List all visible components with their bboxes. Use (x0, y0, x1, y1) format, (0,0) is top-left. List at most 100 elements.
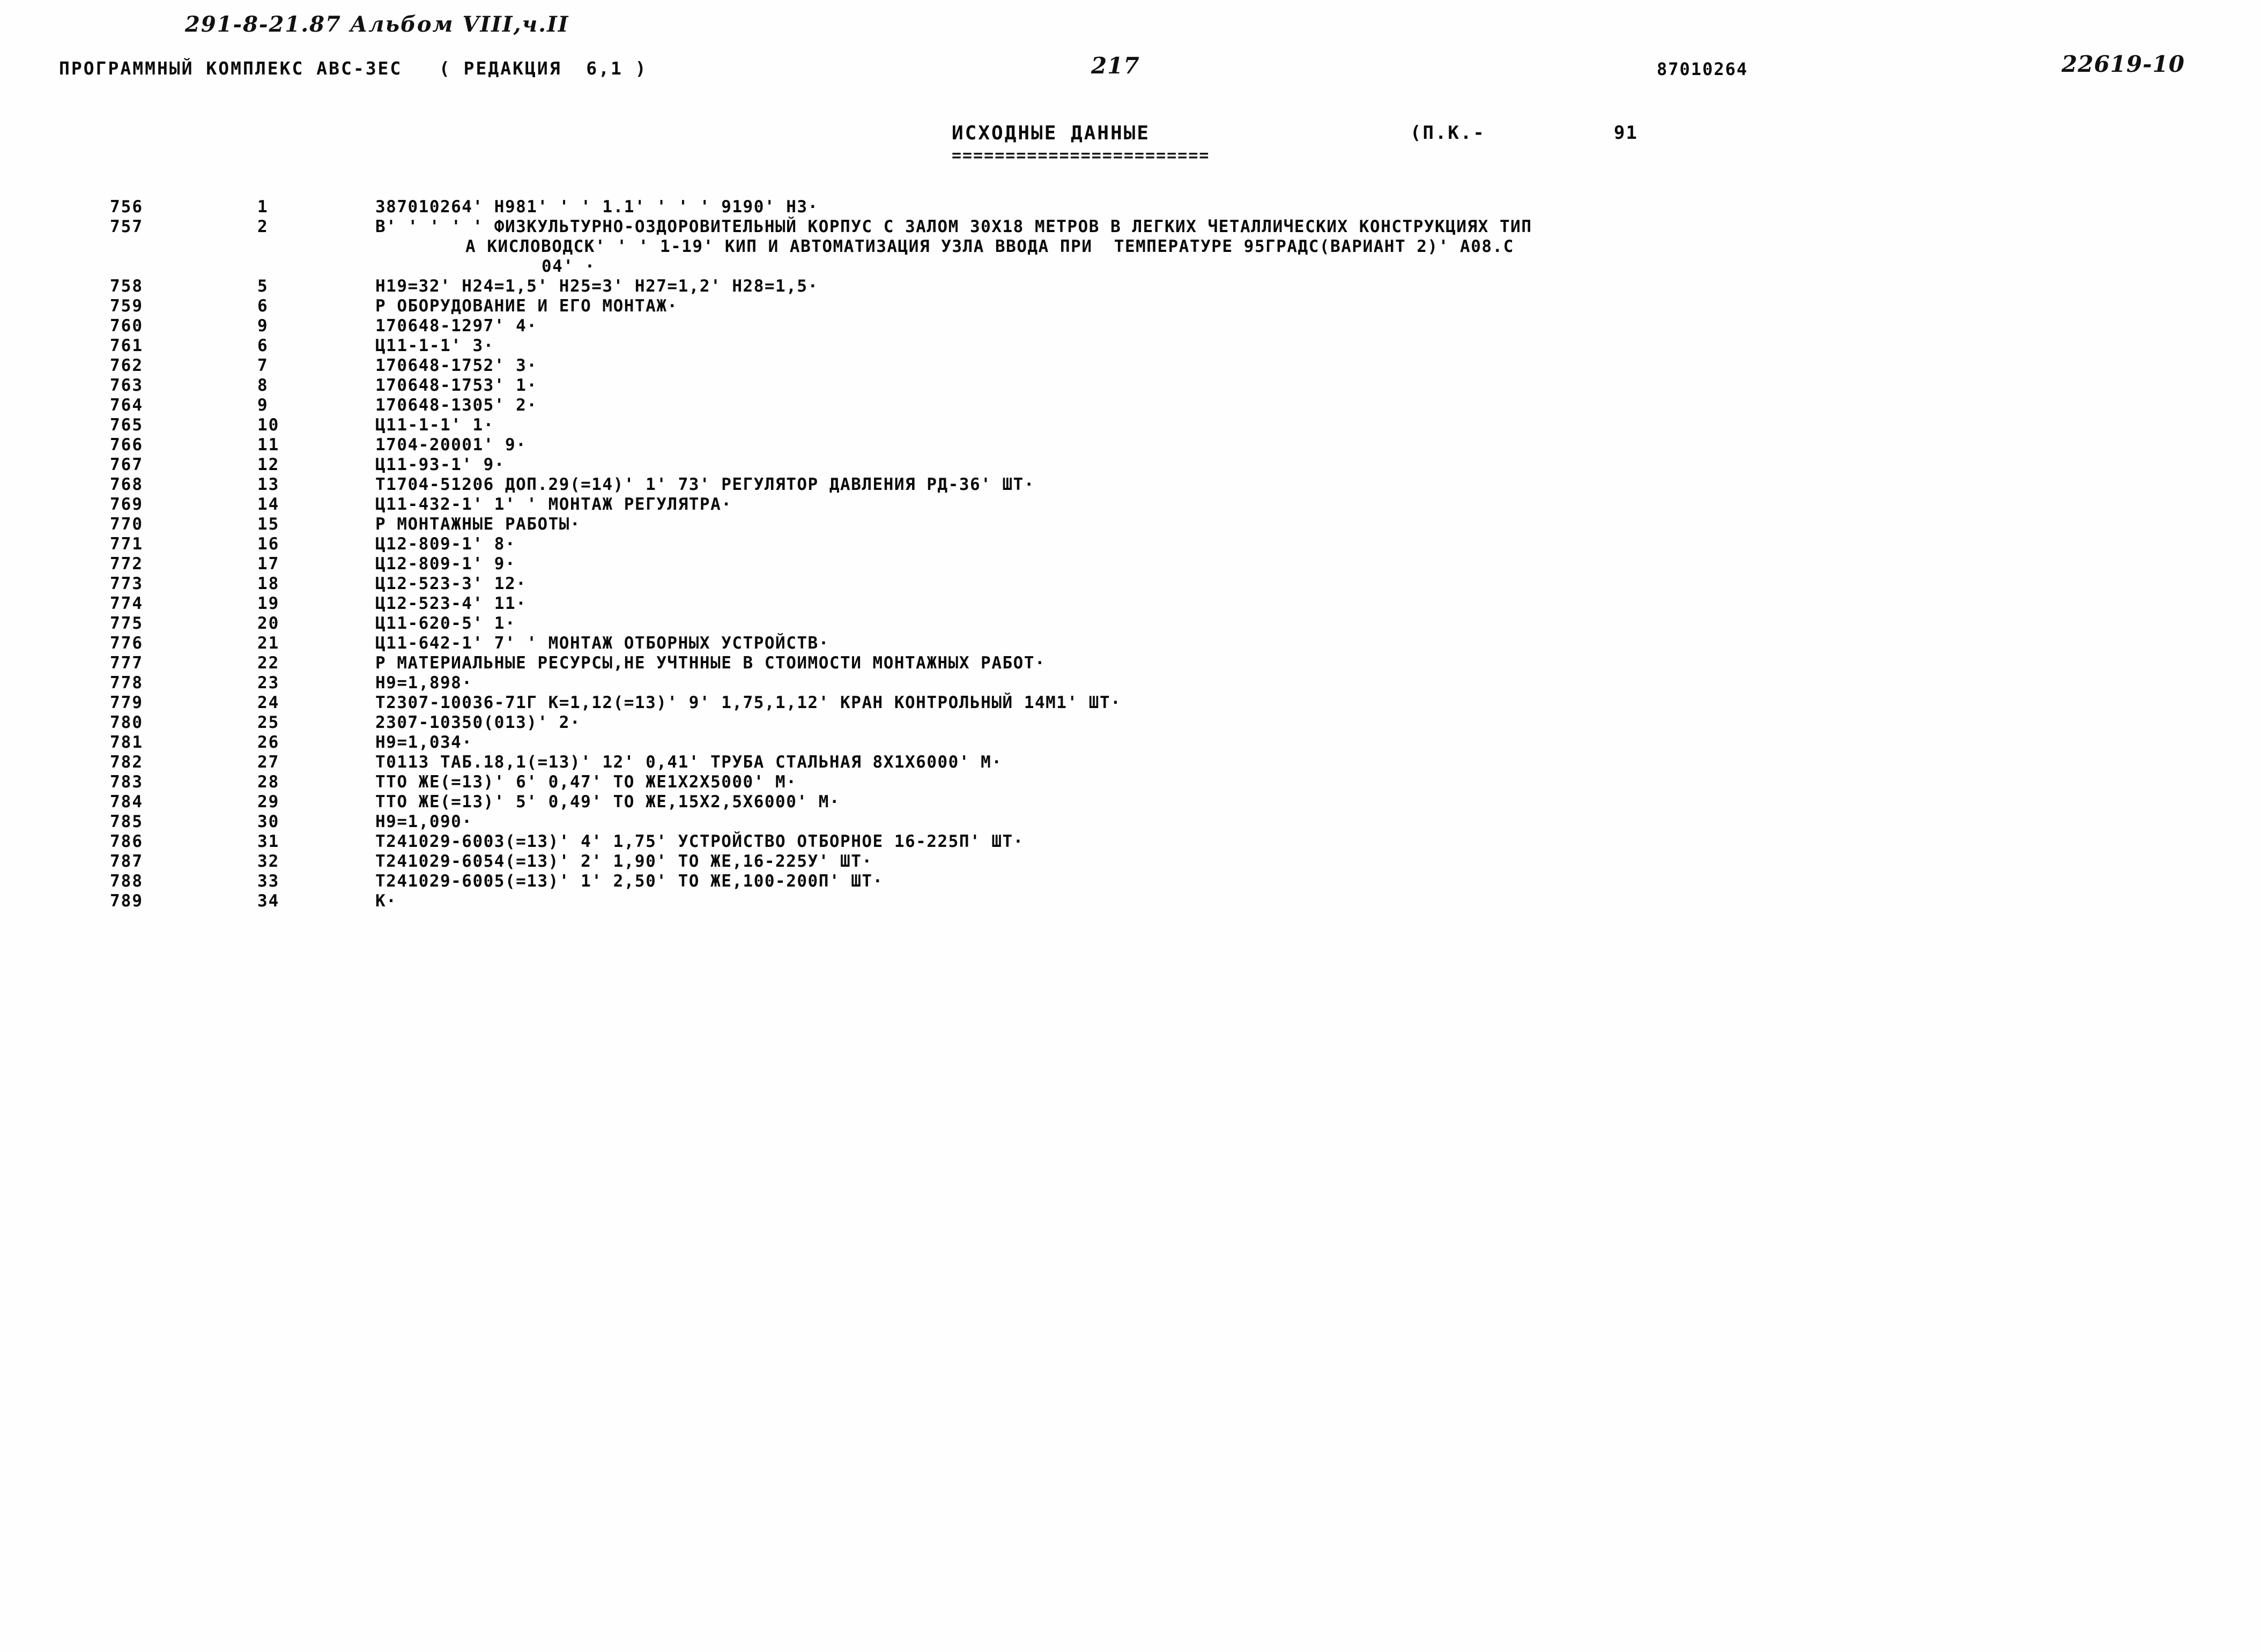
table-row: 773 18 Ц12-523-3' 12· (0, 574, 2261, 594)
document-page: 291-8-21.87 Альбом VIII,ч.II ПРОГРАММНЫЙ… (0, 0, 2261, 1652)
row-record-index: 28 (257, 772, 280, 792)
row-line-number: 759 (110, 296, 143, 316)
title-side-number: 91 (1614, 122, 1638, 144)
row-line-number: 788 (110, 872, 143, 891)
page-number-annotation: 217 (1091, 53, 1140, 79)
row-record-index: 16 (257, 534, 280, 554)
row-line-number: 761 (110, 336, 143, 355)
title-underline-rule: ======================== (952, 146, 1210, 165)
row-record-index: 22 (257, 653, 280, 673)
row-record-index: 18 (257, 574, 280, 593)
row-record-text: К· (375, 891, 397, 911)
table-row: 770 15 Р МОНТАЖНЫЕ РАБОТЫ· (0, 515, 2261, 534)
data-listing-table: 756 1 387010264' Н981' ' ' 1.1' ' ' ' 9190… (0, 197, 2261, 911)
row-line-number: 767 (110, 455, 143, 474)
row-record-text: Т241029-6005(=13)' 1' 2,50' ТО ЖЕ,100-20… (375, 872, 884, 891)
row-record-text: В' ' ' ' ' ФИЗКУЛЬТУРНО-ОЗДОРОВИТЕЛЬНЫЙ … (375, 217, 1532, 236)
table-row: 783 28 ТТО ЖЕ(=13)' 6' 0,47' ТО ЖЕ1Х2Х5000… (0, 772, 2261, 792)
row-line-number: 780 (110, 713, 143, 732)
row-line-number: 773 (110, 574, 143, 593)
row-line-number: 771 (110, 534, 143, 554)
row-record-index: 34 (257, 891, 280, 911)
row-record-text: Ц11-1-1' 1· (375, 415, 494, 435)
row-record-index: 2 (257, 217, 269, 236)
row-record-index: 32 (257, 852, 280, 871)
row-record-text: Ц12-523-3' 12· (375, 574, 527, 593)
row-line-number: 774 (110, 594, 143, 613)
row-record-text: 04' · (542, 257, 596, 276)
job-code: 87010264 (1657, 59, 1748, 79)
table-row: 757 2 В' ' ' ' ' ФИЗКУЛЬТУРНО-ОЗДОРОВИТЕЛЬ… (0, 217, 2261, 237)
row-record-index: 24 (257, 693, 280, 712)
row-record-text: 2307-10350(013)' 2· (375, 713, 581, 732)
table-row: 760 9 170648-1297' 4· (0, 316, 2261, 336)
row-record-text: Н19=32' Н24=1,5' Н25=3' Н27=1,2' Н28=1,5… (375, 277, 819, 296)
row-record-index: 10 (257, 415, 280, 435)
row-record-index: 6 (257, 336, 269, 355)
row-record-text: Н9=1,090· (375, 812, 473, 831)
table-row: 789 34 К· (0, 891, 2261, 911)
row-line-number: 769 (110, 495, 143, 514)
program-complex-header: ПРОГРАММНЫЙ КОМПЛЕКС АВС-ЗЕС ( РЕДАКЦИЯ … (59, 58, 648, 79)
row-record-text: Ц11-93-1' 9· (375, 455, 505, 474)
row-line-number: 763 (110, 376, 143, 395)
table-row: 766 11 1704-20001' 9· (0, 435, 2261, 455)
row-record-index: 33 (257, 872, 280, 891)
row-record-text: Н9=1,898· (375, 673, 473, 693)
row-record-text: ТТО ЖЕ(=13)' 5' 0,49' ТО ЖЕ,15Х2,5Х6000'… (375, 792, 841, 812)
row-record-index: 5 (257, 277, 269, 296)
table-row: 782 27 Т0113 ТАБ.18,1(=13)' 12' 0,41' ТРУБ… (0, 753, 2261, 772)
row-record-text: Т2307-10036-71Г К=1,12(=13)' 9' 1,75,1,1… (375, 693, 1122, 712)
row-line-number: 770 (110, 515, 143, 534)
row-record-text: Т0113 ТАБ.18,1(=13)' 12' 0,41' ТРУБА СТА… (375, 753, 1003, 772)
listing-title-block: ИСХОДНЫЕ ДАННЫЕ ======================== (952, 122, 1210, 165)
row-line-number: 757 (110, 217, 143, 236)
row-record-index: 1 (257, 197, 269, 217)
table-row: 769 14 Ц11-432-1' 1' ' МОНТАЖ РЕГУЛЯТРА· (0, 495, 2261, 515)
row-record-index: 13 (257, 475, 280, 494)
row-line-number: 789 (110, 891, 143, 911)
row-line-number: 777 (110, 653, 143, 673)
row-line-number: 772 (110, 554, 143, 574)
row-record-text: Ц11-1-1' 3· (375, 336, 494, 355)
table-row: 772 17 Ц12-809-1' 9· (0, 554, 2261, 574)
table-row: 788 33 Т241029-6005(=13)' 1' 2,50' ТО ЖЕ,1… (0, 872, 2261, 891)
row-record-text: Т1704-51206 ДОП.29(=14)' 1' 73' РЕГУЛЯТО… (375, 475, 1035, 494)
table-row: 756 1 387010264' Н981' ' ' 1.1' ' ' ' 9190… (0, 197, 2261, 217)
row-line-number: 779 (110, 693, 143, 712)
row-record-text: 170648-1305' 2· (375, 396, 538, 415)
table-row: 776 21 Ц11-642-1' 7' ' МОНТАЖ ОТБОРНЫХ УСТ… (0, 634, 2261, 653)
row-record-index: 14 (257, 495, 280, 514)
row-record-text: ТТО ЖЕ(=13)' 6' 0,47' ТО ЖЕ1Х2Х5000' М· (375, 772, 797, 792)
page-title: ИСХОДНЫЕ ДАННЫЕ (952, 122, 1151, 144)
table-row: 781 26 Н9=1,034· (0, 733, 2261, 753)
table-row: 775 20 Ц11-620-5' 1· (0, 614, 2261, 634)
row-line-number: 781 (110, 733, 143, 752)
row-record-text: Ц11-620-5' 1· (375, 614, 516, 633)
table-row: 777 22 Р МАТЕРИАЛЬНЫЕ РЕСУРСЫ,НЕ УЧТННЫЕ В… (0, 653, 2261, 673)
row-record-index: 7 (257, 356, 269, 375)
table-row: 04' · (0, 257, 2261, 277)
table-row: 786 31 Т241029-6003(=13)' 4' 1,75' УСТРОЙС… (0, 832, 2261, 852)
row-line-number: 762 (110, 356, 143, 375)
row-record-text: Р МАТЕРИАЛЬНЫЕ РЕСУРСЫ,НЕ УЧТННЫЕ В СТОИ… (375, 653, 1046, 673)
row-record-index: 20 (257, 614, 280, 633)
table-row: 764 9 170648-1305' 2· (0, 396, 2261, 415)
row-record-text: Р ОБОРУДОВАНИЕ И ЕГО МОНТАЖ· (375, 296, 678, 316)
row-record-text: Ц11-432-1' 1' ' МОНТАЖ РЕГУЛЯТРА· (375, 495, 732, 514)
row-line-number: 782 (110, 753, 143, 772)
row-line-number: 785 (110, 812, 143, 831)
row-line-number: 783 (110, 772, 143, 792)
row-record-index: 25 (257, 713, 280, 732)
row-record-text: 1704-20001' 9· (375, 435, 527, 455)
row-record-text: 170648-1297' 4· (375, 316, 538, 336)
row-record-text: Ц12-523-4' 11· (375, 594, 527, 613)
table-row: 785 30 Н9=1,090· (0, 812, 2261, 832)
table-row: 759 6 Р ОБОРУДОВАНИЕ И ЕГО МОНТАЖ· (0, 296, 2261, 316)
table-row: 761 6 Ц11-1-1' 3· (0, 336, 2261, 356)
row-line-number: 764 (110, 396, 143, 415)
row-record-index: 26 (257, 733, 280, 752)
table-row: 762 7 170648-1752' 3· (0, 356, 2261, 376)
row-record-index: 17 (257, 554, 280, 574)
row-record-text: Р МОНТАЖНЫЕ РАБОТЫ· (375, 515, 581, 534)
